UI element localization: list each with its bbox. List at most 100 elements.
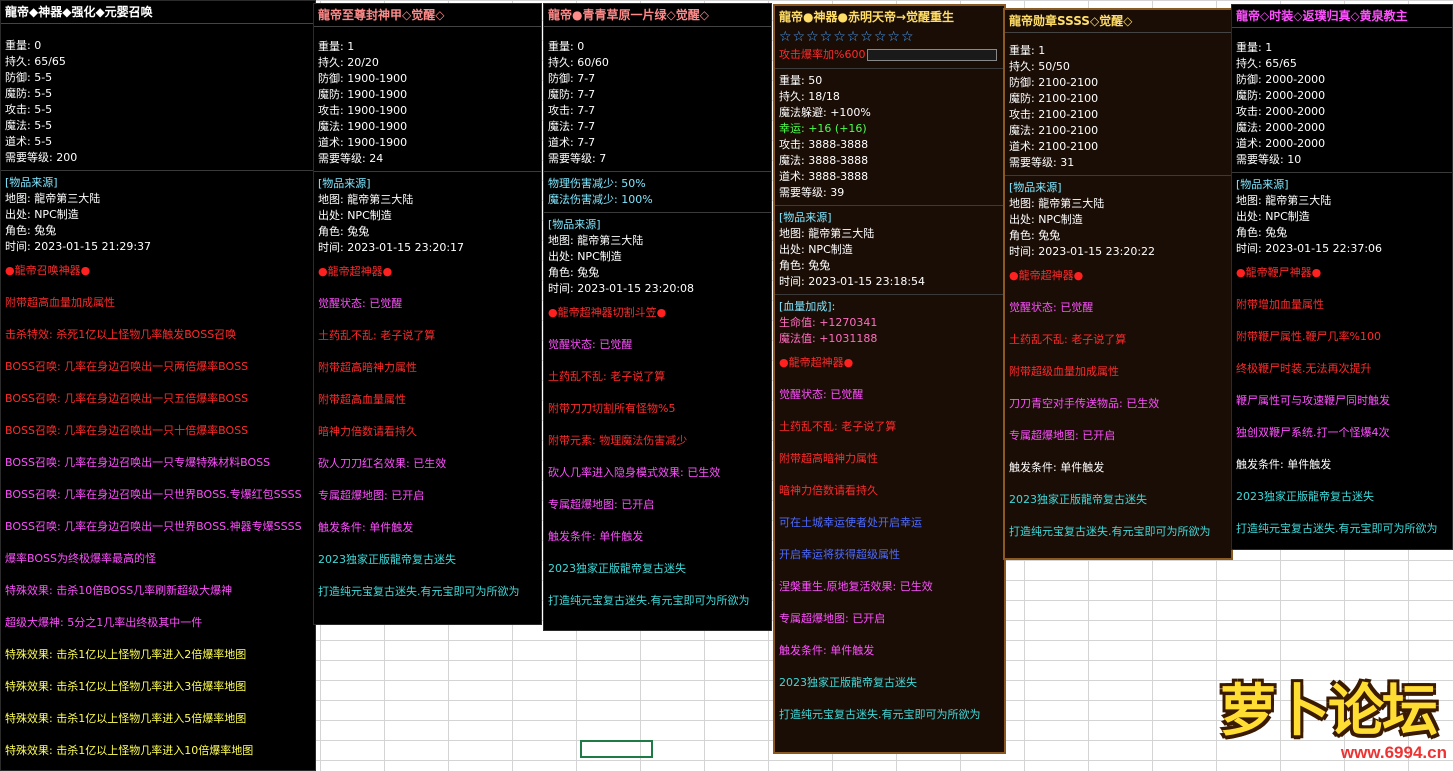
attr-line: 附带元素: 物理魔法伤害减少: [548, 434, 688, 447]
stat-line: 魔法: 1900-1900: [318, 120, 408, 133]
stat-line: 需要等级: 7: [548, 152, 607, 165]
attr-line: 专属超爆地图: 已开启: [548, 498, 655, 511]
item-title: 龍帝◆神器◆强化◆元婴召唤: [1, 1, 315, 24]
stat-line: 道术: 5-5: [5, 135, 53, 148]
stat-line: 魔法: 2000-2000: [1236, 121, 1326, 134]
section-label: 龍帝鞭尸神器: [1245, 266, 1312, 279]
source-header: [物品来源]: [318, 177, 371, 190]
selected-cell[interactable]: [580, 740, 653, 758]
item-tooltip-panel: 龍帝勋章SSSS◇觉醒◇ 重量: 1 持久: 50/50 防御: 2100-21…: [1003, 8, 1233, 560]
stat-line: 攻击: 1900-1900: [318, 104, 408, 117]
source-line: 时间: 2023-01-15 23:18:54: [779, 275, 926, 288]
attr-line: 暗神力倍数请看持久: [779, 484, 878, 497]
item-tooltip-panel: 龍帝●神器●赤明天帝→觉醒重生 ☆☆☆☆☆☆☆☆☆☆ 攻击爆率加%600 重量:…: [773, 4, 1006, 754]
source-line: 角色: 兔兔: [548, 266, 600, 279]
attr-line: 2023独家正版龍帝复古迷失: [1009, 493, 1147, 506]
divider: [544, 212, 771, 213]
attr-line: 2023独家正版龍帝复古迷失: [318, 553, 456, 566]
source-line: 出处: NPC制造: [779, 243, 853, 256]
attr-line: 独创双鞭尸系统.打一个怪爆4次: [1236, 426, 1390, 439]
stat-line: 重量: 0: [5, 39, 42, 52]
section-label: 龍帝超神器: [788, 356, 844, 369]
divider: [775, 68, 1004, 69]
extra-line: 魔法伤害减少: 100%: [548, 193, 653, 206]
attr-line: 觉醒状态: 已觉醒: [548, 338, 633, 351]
source-line: 地图: 龍帝第三大陆: [779, 227, 875, 240]
stat-line: 持久: 50/50: [1009, 60, 1070, 73]
source-line: 地图: 龍帝第三大陆: [1009, 197, 1105, 210]
stat-line: 持久: 65/65: [1236, 57, 1297, 70]
stat-line: 重量: 0: [548, 40, 585, 53]
attr-line: 超级大爆神: 5分之1几率出终极其中一件: [5, 616, 203, 629]
attr-line: 土药乱不乱: 老子说了算: [548, 370, 666, 383]
attr-line: 击杀特效: 杀死1亿以上怪物几率触发BOSS召唤: [5, 328, 237, 341]
source-header: [物品来源]: [1009, 181, 1062, 194]
stat-line: 防御: 2000-2000: [1236, 73, 1326, 86]
source-line: 角色: 兔兔: [779, 259, 831, 272]
stat-line: 道术: 3888-3888: [779, 170, 869, 183]
section-header: ●龍帝超神器●: [779, 356, 854, 369]
section-header: ●龍帝召唤神器●: [5, 264, 91, 277]
attr-line: 附带超高暗神力属性: [318, 361, 417, 374]
attr-line: 暗神力倍数请看持久: [318, 425, 417, 438]
stat-line: 魔防: 2000-2000: [1236, 89, 1326, 102]
logo-url: www.6994.cn: [1340, 743, 1447, 762]
attr-line: 特殊效果: 击杀1亿以上怪物几率进入10倍爆率地图: [5, 744, 254, 757]
stat-line: 攻击: 2000-2000: [1236, 105, 1326, 118]
attr-line: 打造纯元宝复古迷失.有元宝即可为所欲为: [1009, 525, 1211, 538]
attr-line: 2023独家正版龍帝复古迷失: [548, 562, 686, 575]
source-header: [物品来源]: [5, 176, 58, 189]
stat-line: 重量: 1: [1009, 44, 1046, 57]
stat-line: 持久: 18/18: [779, 90, 840, 103]
attr-line: 爆率BOSS为终极爆率最高的怪: [5, 552, 156, 565]
crit-bar-label: 攻击爆率加%600: [779, 48, 866, 61]
attr-line: 特殊效果: 击杀10倍BOSS几率刷新超级大爆神: [5, 584, 233, 597]
source-line: 时间: 2023-01-15 23:20:22: [1009, 245, 1156, 258]
attr-line: 专属超爆地图: 已开启: [779, 612, 886, 625]
stat-line: 魔防: 1900-1900: [318, 88, 408, 101]
attr-line: 土药乱不乱: 老子说了算: [1009, 333, 1127, 346]
source-line: 时间: 2023-01-15 21:29:37: [5, 240, 152, 253]
section-header: ●龍帝超神器●: [1009, 269, 1084, 282]
stat-line: 魔法: 5-5: [5, 119, 53, 132]
stat-line: 道术: 2100-2100: [1009, 140, 1099, 153]
attr-line: 打造纯元宝复古迷失.有元宝即可为所欲为: [1236, 522, 1438, 535]
attr-line: 打造纯元宝复古迷失.有元宝即可为所欲为: [779, 708, 981, 721]
stat-line: 魔法: 2100-2100: [1009, 124, 1099, 137]
stat-line: 重量: 1: [318, 40, 355, 53]
divider: [775, 205, 1004, 206]
stat-line: 道术: 7-7: [548, 136, 596, 149]
stat-line: 魔防: 5-5: [5, 87, 53, 100]
source-line: 时间: 2023-01-15 23:20:17: [318, 241, 465, 254]
stat-line: 魔法: 3888-3888: [779, 154, 869, 167]
crit-bar-row: 攻击爆率加%600: [775, 46, 1004, 64]
attr-line: 特殊效果: 击杀1亿以上怪物几率进入2倍爆率地图: [5, 648, 247, 661]
attr-line: 刀刀青空对手传送物品: 已生效: [1009, 397, 1160, 410]
stat-line: 防御: 7-7: [548, 72, 596, 85]
attr-line: 特殊效果: 击杀1亿以上怪物几率进入5倍爆率地图: [5, 712, 247, 725]
item-title: 龍帝●神器●赤明天帝→觉醒重生: [779, 10, 954, 24]
attr-line: 附带超高暗神力属性: [779, 452, 878, 465]
item-tooltip-panel: 龍帝◇时装◇返璞归真◇黄泉教主 重量: 1 持久: 65/65 防御: 2000…: [1231, 4, 1453, 550]
stat-line: 需要等级: 200: [5, 151, 78, 164]
stat-line: 魔法躲避: +100%: [779, 106, 871, 119]
stat-line: 攻击: 7-7: [548, 104, 596, 117]
source-line: 角色: 兔兔: [5, 224, 57, 237]
blood-header: [血量加成]:: [779, 300, 836, 313]
attr-line: 打造纯元宝复古迷失.有元宝即可为所欲为: [548, 594, 750, 607]
source-line: 角色: 兔兔: [318, 225, 370, 238]
item-title: 龍帝勋章SSSS◇觉醒◇: [1005, 10, 1231, 33]
attr-line: 附带刀刀切割所有怪物%5: [548, 402, 676, 415]
attr-line: 砍人刀刀红名效果: 已生效: [318, 457, 447, 470]
attr-line: 专属超爆地图: 已开启: [318, 489, 425, 502]
attr-line: 鞭尸属性可与攻速鞭尸同时触发: [1236, 394, 1390, 407]
source-line: 时间: 2023-01-15 22:37:06: [1236, 242, 1383, 255]
stat-line: 重量: 50: [779, 74, 823, 87]
source-line: 出处: NPC制造: [1009, 213, 1083, 226]
source-line: 出处: NPC制造: [1236, 210, 1310, 223]
attr-line: 土药乱不乱: 老子说了算: [779, 420, 897, 433]
source-line: 角色: 兔兔: [1009, 229, 1061, 242]
attr-line: 附带鞭尸属性.鞭尸几率%100: [1236, 330, 1381, 343]
attr-line: 2023独家正版龍帝复古迷失: [779, 676, 917, 689]
attr-line: BOSS召唤: 几率在身边召唤出一只世界BOSS.专爆红包SSSS: [5, 488, 302, 501]
